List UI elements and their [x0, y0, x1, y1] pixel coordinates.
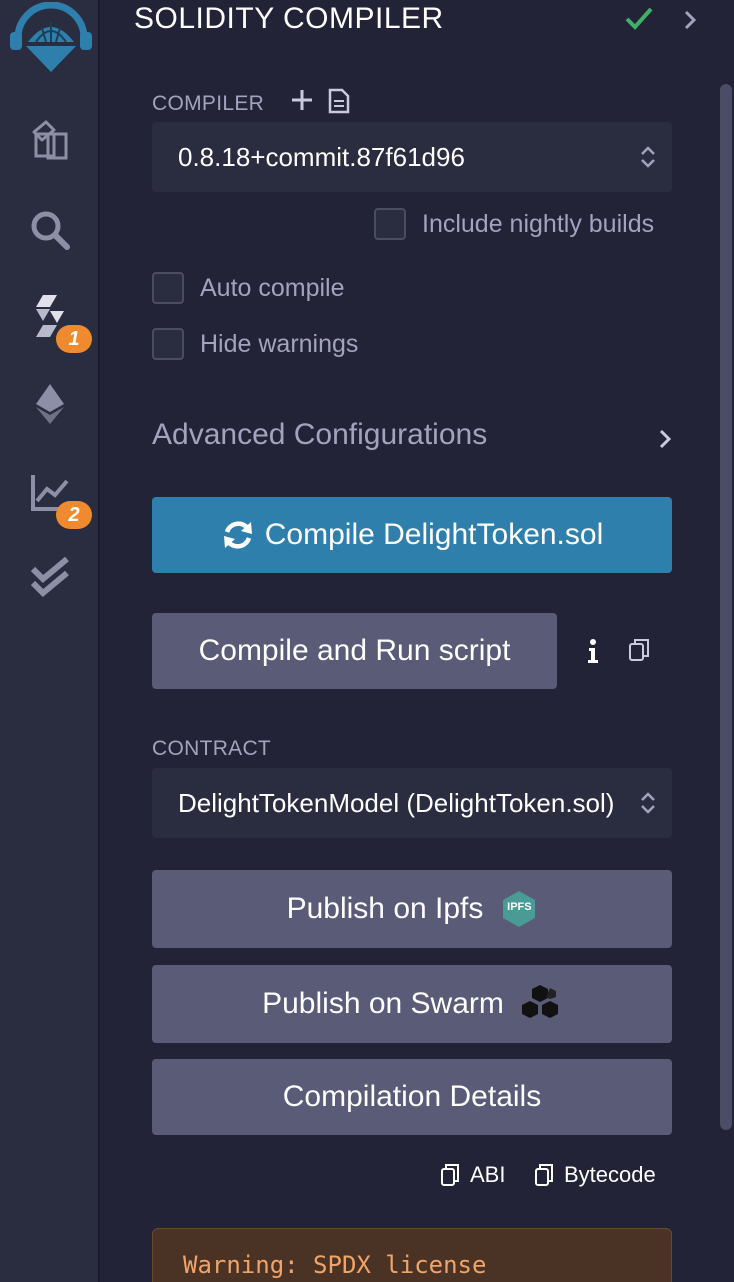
scrollbar[interactable] — [720, 84, 732, 1130]
auto-compile-label: Auto compile — [200, 273, 345, 302]
refresh-icon — [221, 518, 255, 552]
info-icon[interactable] — [586, 638, 600, 669]
compiler-version-value: 0.8.18+commit.87f61d96 — [178, 141, 465, 172]
compile-button[interactable]: Compile DelightToken.sol — [152, 497, 672, 573]
plus-icon[interactable] — [290, 88, 314, 117]
compiler-label: COMPILER — [152, 92, 265, 115]
copy-bytecode-button[interactable]: Bytecode — [534, 1162, 656, 1188]
hide-warnings-checkbox[interactable]: Hide warnings — [152, 328, 358, 360]
publish-swarm-label: Publish on Swarm — [262, 987, 504, 1020]
include-nightly-checkbox[interactable]: Include nightly builds — [374, 208, 654, 240]
compiler-version-select[interactable]: 0.8.18+commit.87f61d96 — [152, 122, 672, 192]
document-icon[interactable] — [328, 88, 350, 119]
contract-select[interactable]: DelightTokenModel (DelightToken.sol) — [152, 768, 672, 838]
checkbox-box[interactable] — [152, 328, 184, 360]
contract-value: DelightTokenModel (DelightToken.sol) — [178, 787, 615, 818]
advanced-configurations-label: Advanced Configurations — [152, 418, 488, 451]
swarm-logo-icon — [520, 984, 562, 1024]
analysis-badge: 2 — [56, 501, 92, 529]
icon-rail: 1 2 — [0, 0, 100, 1282]
copy-icon[interactable] — [628, 638, 650, 667]
auto-compile-checkbox[interactable]: Auto compile — [152, 272, 345, 304]
compiler-badge: 1 — [56, 325, 92, 353]
compilation-details-button[interactable]: Compilation Details — [152, 1059, 672, 1135]
contract-label: CONTRACT — [152, 737, 272, 760]
ipfs-logo-icon: IPFS — [501, 890, 537, 928]
checkbox-box[interactable] — [152, 272, 184, 304]
hide-warnings-label: Hide warnings — [200, 329, 359, 358]
bytecode-label: Bytecode — [564, 1162, 656, 1187]
test-icon[interactable] — [26, 554, 74, 602]
chevron-right-icon — [658, 428, 672, 455]
checkbox-box[interactable] — [374, 208, 406, 240]
copy-icon — [534, 1163, 554, 1187]
remix-logo-icon[interactable] — [8, 2, 94, 74]
deploy-run-icon[interactable] — [26, 380, 74, 428]
select-arrows-icon — [640, 144, 656, 177]
publish-swarm-button[interactable]: Publish on Swarm — [152, 965, 672, 1043]
copy-icon — [440, 1163, 460, 1187]
warning-text: Warning: SPDX license — [183, 1251, 487, 1279]
chevron-right-icon[interactable] — [682, 8, 698, 37]
compile-button-label: Compile DelightToken.sol — [264, 518, 604, 551]
publish-ipfs-button[interactable]: Publish on Ipfs IPFS — [152, 870, 672, 948]
file-explorer-icon[interactable] — [26, 116, 74, 164]
compile-run-label: Compile and Run script — [198, 634, 511, 667]
ipfs-logo-text: IPFS — [507, 901, 532, 913]
check-icon — [624, 4, 654, 39]
abi-label: ABI — [470, 1162, 506, 1187]
select-arrows-icon — [640, 790, 656, 823]
warning-box: Warning: SPDX license — [152, 1228, 672, 1282]
search-icon[interactable] — [26, 206, 74, 254]
panel-title: SOLIDITY COMPILER — [134, 2, 444, 35]
advanced-configurations-toggle[interactable]: Advanced Configurations — [152, 418, 672, 458]
compile-run-button[interactable]: Compile and Run script — [152, 613, 557, 689]
include-nightly-label: Include nightly builds — [422, 209, 655, 238]
copy-abi-button[interactable]: ABI — [440, 1162, 505, 1188]
publish-ipfs-label: Publish on Ipfs — [286, 892, 484, 925]
compilation-details-label: Compilation Details — [282, 1080, 542, 1113]
compiler-panel: SOLIDITY COMPILER COMPILER 0.8.18+commit… — [102, 0, 734, 1282]
